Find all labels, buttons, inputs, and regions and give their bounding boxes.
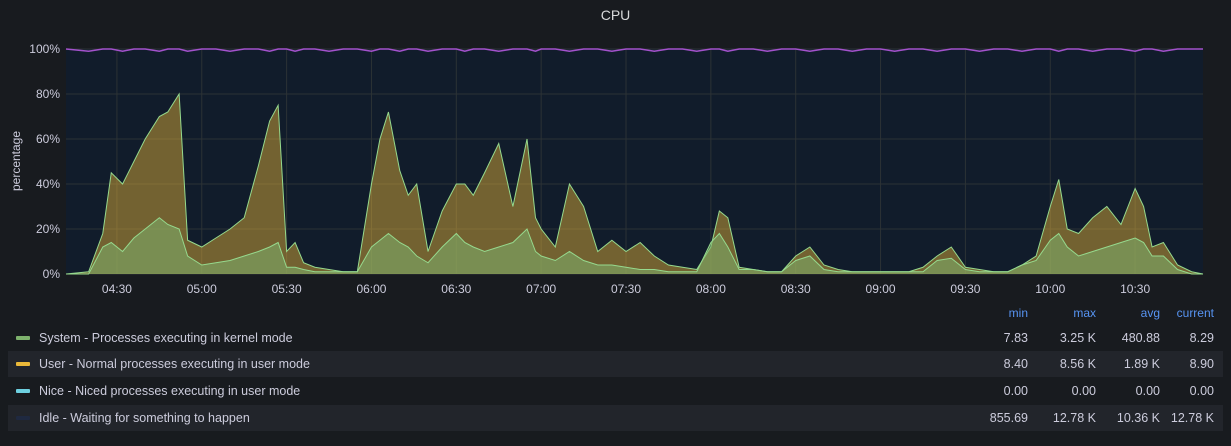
legend-label[interactable]: User - Normal processes executing in use… xyxy=(39,357,310,371)
legend-col-min[interactable]: min xyxy=(960,306,1028,320)
legend-avg: 10.36 K xyxy=(1116,411,1160,425)
legend-header: min max avg current xyxy=(0,306,1231,322)
y-tick-label: 0% xyxy=(43,267,61,281)
y-tick-label: 40% xyxy=(36,177,60,191)
legend-row-idle[interactable]: Idle - Waiting for something to happen 8… xyxy=(8,405,1223,431)
legend-swatch xyxy=(16,362,30,366)
y-tick-label: 20% xyxy=(36,222,60,236)
legend-min: 855.69 xyxy=(989,411,1028,425)
x-tick-label: 09:00 xyxy=(866,282,896,296)
legend-min: 0.00 xyxy=(1003,384,1028,398)
legend-label[interactable]: System - Processes executing in kernel m… xyxy=(39,331,293,345)
legend-min: 8.40 xyxy=(1003,357,1028,371)
legend-col-max[interactable]: max xyxy=(1030,306,1096,320)
x-tick-label: 04:30 xyxy=(102,282,132,296)
legend-min: 7.83 xyxy=(1003,331,1028,345)
x-tick-label: 06:30 xyxy=(441,282,471,296)
x-tick-label: 08:30 xyxy=(781,282,811,296)
legend-label[interactable]: Idle - Waiting for something to happen xyxy=(39,411,250,425)
legend-current: 12.78 K xyxy=(1170,411,1214,425)
legend-current: 8.90 xyxy=(1189,357,1214,371)
legend-swatch xyxy=(16,389,30,393)
x-tick-label: 05:00 xyxy=(187,282,217,296)
y-tick-label: 100% xyxy=(29,42,60,56)
legend-col-avg[interactable]: avg xyxy=(1098,306,1160,320)
y-tick-label: 60% xyxy=(36,132,60,146)
legend-row-system[interactable]: System - Processes executing in kernel m… xyxy=(8,325,1223,351)
x-tick-label: 10:30 xyxy=(1120,282,1150,296)
cpu-chart: 0% 20% 40% 60% 80% 100% 04:30 05:00 05:30 06:00 06… xyxy=(9,42,1204,296)
legend-row-nice[interactable]: Nice - Niced processes executing in user… xyxy=(8,378,1223,404)
legend-max: 3.25 K xyxy=(1059,331,1096,345)
y-axis-label: percentage xyxy=(9,131,23,191)
legend-swatch xyxy=(16,336,30,340)
x-tick-label: 08:00 xyxy=(696,282,726,296)
x-tick-label: 07:30 xyxy=(611,282,641,296)
x-tick-label: 09:30 xyxy=(950,282,980,296)
legend-avg: 480.88 xyxy=(1121,331,1160,345)
x-tick-label: 06:00 xyxy=(356,282,386,296)
legend-current: 8.29 xyxy=(1189,331,1214,345)
x-tick-label: 10:00 xyxy=(1035,282,1065,296)
legend-max: 12.78 K xyxy=(1052,411,1096,425)
legend-swatch xyxy=(16,416,30,420)
legend-avg: 1.89 K xyxy=(1123,357,1160,371)
legend-max: 8.56 K xyxy=(1059,357,1096,371)
legend-avg: 0.00 xyxy=(1135,384,1160,398)
panel-title[interactable]: CPU xyxy=(0,7,1231,23)
legend-current: 0.00 xyxy=(1189,384,1214,398)
x-tick-label: 07:00 xyxy=(526,282,556,296)
legend-label[interactable]: Nice - Niced processes executing in user… xyxy=(39,384,300,398)
legend-max: 0.00 xyxy=(1071,384,1096,398)
x-tick-label: 05:30 xyxy=(272,282,302,296)
y-tick-label: 80% xyxy=(36,87,60,101)
legend-row-user[interactable]: User - Normal processes executing in use… xyxy=(8,351,1223,377)
legend-col-current[interactable]: current xyxy=(1160,306,1214,320)
